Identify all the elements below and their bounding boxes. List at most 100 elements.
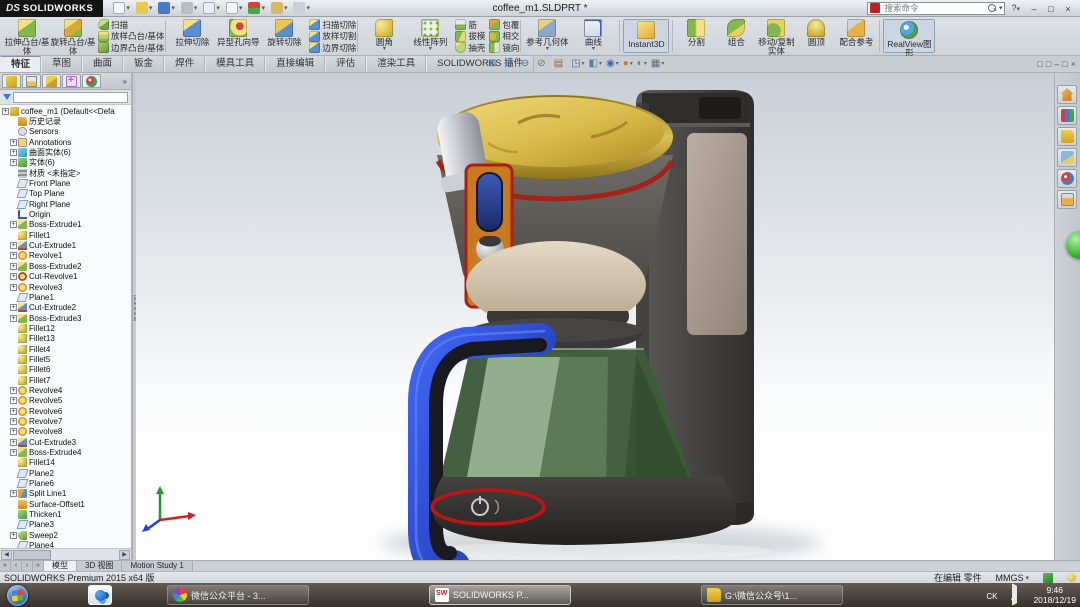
ribbon-button[interactable]: 曲线 ▾ [570,18,616,54]
view-tool-button[interactable]: ⊕ ▾ [503,57,517,71]
taskbar-window-button[interactable]: SOLIDWORKS P... [429,585,571,605]
tab-scroll-button[interactable]: » [33,561,44,571]
view-tool-button[interactable]: ▤ ▾ [553,57,568,71]
chevron-down-icon[interactable]: ▾ [149,4,153,12]
expand-icon[interactable]: + [10,449,17,456]
ribbon-button[interactable]: 旋转凸台/基体 ▾ [50,18,96,54]
tree-item[interactable]: + Top Plane [2,189,131,199]
doc-minimize-button[interactable]: – [1054,58,1059,70]
ribbon-button[interactable]: 扫描 [98,19,164,30]
view-tool-button[interactable]: ◉ ▾ [605,57,620,71]
taskbar-window-button[interactable]: 微信公众平台 - 3... [167,585,309,605]
start-button[interactable] [7,585,28,606]
tree-item[interactable]: + Boss-Extrude1 [2,220,131,230]
expand-icon[interactable]: + [10,397,17,404]
tree-item[interactable]: + Plane6 [2,478,131,488]
chevron-down-icon[interactable]: ▾ [429,47,432,52]
tree-item[interactable]: + Cut-Extrude1 [2,240,131,250]
doc-icon[interactable]: □ [1037,58,1042,70]
chevron-down-icon[interactable]: ▾ [644,62,647,67]
view-tool-button[interactable]: ◧ ▾ [588,57,603,71]
task-pane-tab[interactable] [1057,106,1077,125]
coffee-maker-model[interactable] [136,73,1054,560]
chevron-down-icon[interactable]: ▾ [599,62,602,67]
tree-item[interactable]: + 实体(6) [2,158,131,168]
expand-icon[interactable]: + [10,490,17,497]
quick-access-button[interactable]: ▾ [156,2,177,14]
ribbon-button[interactable]: 扫描切除 [309,19,356,30]
chevron-down-icon[interactable]: ▾ [546,47,549,52]
tree-item[interactable]: + Fillet1 [2,230,131,240]
ribbon-button[interactable]: 放样切割 [309,31,356,42]
tree-item[interactable]: + Cut-Revolve1 [2,272,131,282]
restore-button[interactable]: □ [1043,2,1059,15]
expand-icon[interactable]: + [10,408,17,415]
tab-scroll-button[interactable]: « [0,561,11,571]
search-input[interactable] [882,2,985,14]
help-button[interactable]: ?▾ [1009,3,1022,13]
tree-item[interactable]: + Surface-Offset1 [2,499,131,509]
ribbon-button[interactable]: 拉伸凸台/基体 ▾ [4,18,50,54]
ribbon-button[interactable]: 包覆 [489,19,519,30]
ribbon-button[interactable]: 异型孔向导 ▾ [215,18,261,54]
tree-item[interactable]: + Annotations [2,137,131,147]
ribbon-button[interactable]: 抽壳 [455,42,485,53]
expand-icon[interactable]: + [10,221,17,228]
tree-item[interactable]: + Revolve5 [2,396,131,406]
quick-access-button[interactable]: ▾ [269,2,290,14]
expand-icon[interactable]: + [10,284,17,291]
expand-icon[interactable]: + [10,304,17,311]
tree-item[interactable]: + Plane3 [2,520,131,530]
ribbon-tab[interactable]: 草图 [41,56,82,72]
ribbon-tab[interactable]: 特征 [0,56,41,72]
tree-item[interactable]: + Boss-Extrude4 [2,447,131,457]
ribbon-button[interactable]: 边界切除 [309,42,356,53]
scroll-right-icon[interactable]: ▶ [119,550,130,560]
quick-access-button[interactable]: ▾ [134,2,155,14]
tree-item[interactable]: + Fillet6 [2,365,131,375]
tree-item[interactable]: + Boss-Extrude3 [2,313,131,323]
close-button[interactable]: × [1060,2,1076,15]
task-pane-tab[interactable] [1057,190,1077,209]
expand-icon[interactable]: + [10,252,17,259]
doc-restore-button[interactable]: □ [1062,58,1067,70]
chevron-down-icon[interactable]: ▾ [630,62,633,67]
tab-scroll-button[interactable]: › [22,561,33,571]
tree-item[interactable]: + Sweep2 [2,530,131,540]
chevron-down-icon[interactable]: ▾ [616,62,619,67]
tree-item[interactable]: + Fillet12 [2,323,131,333]
view-tool-button[interactable]: ▦ ▾ [650,57,665,71]
ribbon-button[interactable]: 筋 [455,19,485,30]
tree-item[interactable]: + 曲面实体(6) [2,147,131,157]
view-tool-button[interactable]: ● ▾ [622,57,634,71]
expand-icon[interactable]: + [10,263,17,270]
ribbon-button[interactable]: 拉伸切除 ▾ [169,18,215,54]
manager-tab[interactable] [42,74,61,88]
expand-icon[interactable]: + [10,439,17,446]
chevron-down-icon[interactable]: ▾ [383,47,386,52]
search-icon[interactable] [988,4,997,13]
tab-scroll-button[interactable]: ‹ [11,561,22,571]
command-search[interactable]: ▾ [867,2,1005,15]
tree-item[interactable]: + Thicken1 [2,509,131,519]
tree-horizontal-scrollbar[interactable]: ◀ ▶ [0,548,131,560]
overflow-chevron-icon[interactable]: » [123,77,129,86]
tree-item[interactable]: + Right Plane [2,199,131,209]
ribbon-button[interactable]: 圆顶 [796,18,836,54]
ribbon-button[interactable]: 线性阵列 ▾ [407,18,453,54]
tree-item[interactable]: + Fillet13 [2,334,131,344]
chevron-down-icon[interactable]: ▾ [171,4,175,12]
task-pane-tab[interactable] [1057,169,1077,188]
model-tab[interactable]: 模型 [44,561,77,571]
model-tab[interactable]: Motion Study 1 [122,561,192,571]
tag-status-icon[interactable] [1043,573,1053,583]
chevron-down-icon[interactable]: ▾ [194,4,198,12]
doc-icon[interactable]: □ [1046,58,1051,70]
chevron-down-icon[interactable]: ▾ [661,62,664,67]
tree-item[interactable]: + Plane4 [2,540,131,548]
tree-item[interactable]: + Revolve8 [2,427,131,437]
manager-tab[interactable] [62,74,81,88]
taskbar-window-button[interactable]: G:\微信公众号\1... [701,585,843,605]
task-pane-tab[interactable] [1057,148,1077,167]
ribbon-button[interactable]: 移动/复制实体 [756,18,796,54]
